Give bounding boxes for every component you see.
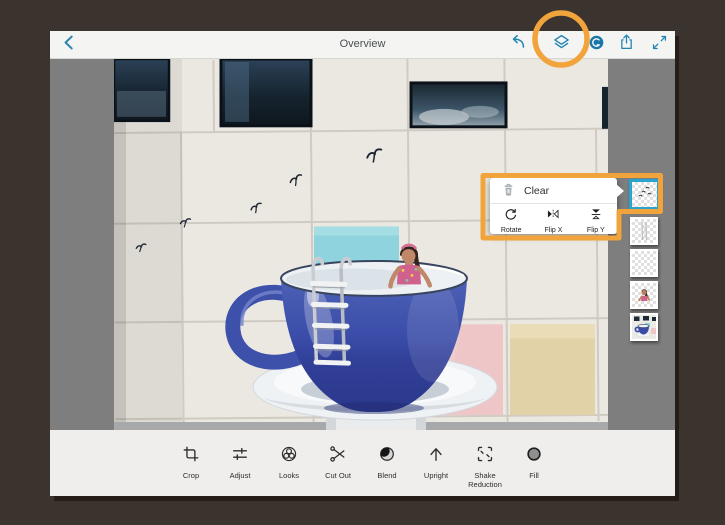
- tool-looks[interactable]: Looks: [269, 445, 309, 496]
- layer-thumbnail-birds[interactable]: [629, 179, 660, 210]
- screenshot-stage: Overview Clear Rotate Flip X Flip Y Crop…: [0, 0, 725, 525]
- rotate-button[interactable]: Rotate: [490, 207, 532, 234]
- layer-context-menu: Clear Rotate Flip X Flip Y: [490, 178, 624, 234]
- clear-label: Clear: [524, 184, 550, 197]
- fill-icon: [525, 445, 543, 468]
- layer-thumbnail-blank[interactable]: [630, 249, 658, 277]
- trash-icon: [502, 182, 515, 200]
- cut-out-icon: [329, 445, 347, 468]
- tool-upright[interactable]: Upright: [416, 445, 456, 496]
- blend-icon: [378, 445, 396, 468]
- upright-icon: [427, 445, 445, 468]
- layers-icon: [552, 33, 571, 57]
- flip-y-button[interactable]: Flip Y: [575, 207, 617, 234]
- undo-button[interactable]: [505, 31, 531, 58]
- rotate-icon: [504, 207, 518, 226]
- rotate-label: Rotate: [500, 227, 522, 234]
- share-button[interactable]: [613, 31, 639, 58]
- editor-canvas: Clear Rotate Flip X Flip Y: [50, 59, 675, 430]
- layers-button[interactable]: [548, 31, 574, 58]
- canvas-photo[interactable]: [114, 59, 608, 430]
- tool-blend[interactable]: Blend: [367, 445, 407, 496]
- share-icon: [618, 33, 635, 56]
- flip-x-button[interactable]: Flip X: [532, 207, 574, 234]
- page-title: Overview: [339, 38, 386, 50]
- creative-cloud-button[interactable]: [583, 31, 609, 58]
- adjust-icon: [231, 445, 249, 468]
- layer-thumbnail-ladder[interactable]: [630, 217, 658, 245]
- tool-cut-out[interactable]: Cut Out: [318, 445, 358, 496]
- layer-thumbnail-background[interactable]: [630, 313, 658, 341]
- top-bar: Overview: [50, 31, 675, 59]
- expand-icon: [651, 34, 668, 56]
- tool-shake-reduction[interactable]: Shake Reduction: [465, 445, 505, 496]
- flip-x-icon: [546, 207, 560, 226]
- shake-reduction-icon: [476, 445, 494, 468]
- bottom-toolbar: Crop Adjust Looks Cut Out Blend Upright …: [50, 430, 675, 496]
- flip-y-icon: [589, 207, 603, 226]
- layer-actions-row: Rotate Flip X Flip Y: [490, 204, 617, 234]
- tool-crop[interactable]: Crop: [171, 445, 211, 496]
- undo-icon: [509, 33, 527, 56]
- layer-thumbnail-woman[interactable]: [630, 281, 658, 309]
- tool-fill[interactable]: Fill: [514, 445, 554, 496]
- fullscreen-button[interactable]: [646, 31, 672, 58]
- flip-x-label: Flip X: [544, 227, 563, 234]
- looks-icon: [280, 445, 298, 468]
- crop-icon: [182, 445, 200, 468]
- tool-adjust[interactable]: Adjust: [220, 445, 260, 496]
- app-window: Overview Clear Rotate Flip X Flip Y Crop…: [50, 31, 675, 496]
- creative-cloud-icon: [588, 34, 605, 56]
- flip-y-label: Flip Y: [586, 227, 605, 234]
- clear-menu-item[interactable]: Clear: [490, 178, 617, 204]
